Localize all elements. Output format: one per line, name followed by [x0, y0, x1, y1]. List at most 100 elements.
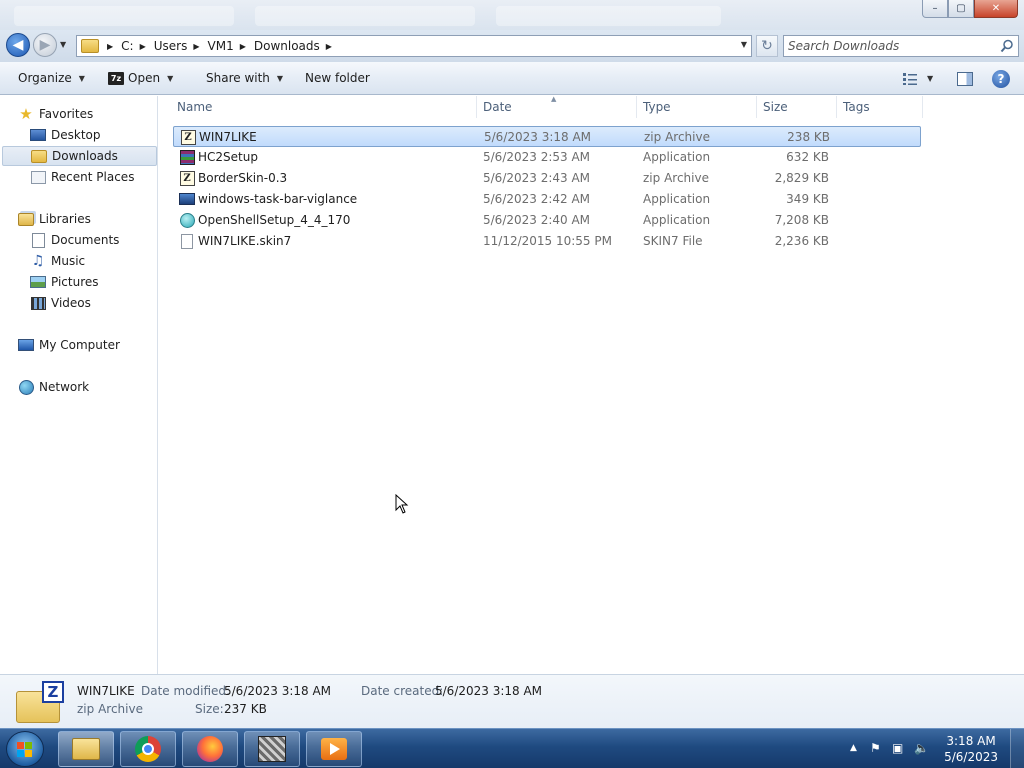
column-label: Tags	[843, 100, 870, 114]
film-strip-icon	[30, 296, 46, 310]
chevron-down-icon: ▼	[276, 73, 284, 83]
nav-network[interactable]: Network	[18, 377, 174, 397]
view-options-dropdown[interactable]: ▼	[927, 74, 933, 83]
details-file-name: WIN7LIKE	[77, 684, 135, 698]
chevron-down-icon: ▼	[78, 73, 85, 83]
clock[interactable]: 3:18 AM 5/6/2023	[944, 733, 998, 765]
background-window-ghost	[496, 6, 721, 26]
action-center-flag-icon[interactable]: ⚑	[870, 741, 881, 755]
breadcrumb-chevron-icon[interactable]: ▶	[240, 42, 246, 51]
network-status-icon[interactable]: ▣	[892, 741, 903, 755]
breadcrumb-c-drive[interactable]: C:	[119, 39, 135, 53]
details-pane: Z WIN7LIKE zip Archive Date modified: 5/…	[0, 674, 1024, 728]
file-row[interactable]: WIN7LIKE.skin7 11/12/2015 10:55 PM SKIN7…	[173, 231, 921, 252]
nav-label: Network	[39, 380, 90, 394]
file-row[interactable]: Z BorderSkin-0.3 5/6/2023 2:43 AM zip Ar…	[173, 168, 921, 189]
organize-label: Organize	[18, 71, 72, 85]
file-size: 632 KB	[786, 150, 829, 164]
chrome-icon	[135, 736, 161, 762]
taskbar-installer-button[interactable]	[244, 731, 300, 767]
column-header-name[interactable]: Name	[171, 96, 477, 118]
chevron-down-icon: ▼	[167, 73, 174, 83]
show-desktop-button[interactable]	[1010, 729, 1024, 768]
details-modified-value: 5/6/2023 3:18 AM	[224, 684, 332, 698]
nav-recent-places[interactable]: Recent Places	[30, 167, 156, 187]
refresh-button[interactable]: ↻	[756, 35, 778, 57]
share-with-label: Share with	[206, 71, 270, 85]
file-type: SKIN7 File	[643, 234, 703, 248]
taskbar-media-player-button[interactable]	[306, 731, 362, 767]
file-list: Name Date ▲ Type Size Tags Z WIN7LIKE 5/…	[159, 95, 1024, 674]
file-row[interactable]: OpenShellSetup_4_4_170 5/6/2023 2:40 AM …	[173, 210, 921, 231]
file-name: WIN7LIKE	[199, 130, 257, 144]
breadcrumb-chevron-icon[interactable]: ▶	[326, 42, 332, 51]
address-history-dropdown[interactable]: ▼	[741, 40, 747, 49]
start-button[interactable]	[6, 731, 44, 767]
file-type: Application	[643, 150, 711, 164]
help-icon[interactable]: ?	[992, 70, 1010, 88]
sort-arrow-icon: ▲	[551, 95, 557, 103]
file-name: WIN7LIKE.skin7	[198, 234, 292, 248]
show-hidden-icons-button[interactable]: ▲	[850, 743, 857, 753]
file-date: 5/6/2023 2:42 AM	[483, 192, 591, 206]
forward-button[interactable]: ▶	[33, 33, 57, 57]
desktop-icon	[30, 128, 46, 142]
nav-my-computer[interactable]: My Computer	[18, 335, 174, 355]
application-icon	[179, 191, 195, 207]
breadcrumb-chevron-icon[interactable]: ▶	[107, 42, 113, 51]
nav-libraries[interactable]: Libraries	[18, 209, 174, 229]
new-folder-button[interactable]: New folder	[305, 71, 370, 85]
file-row[interactable]: HC2Setup 5/6/2023 2:53 AM Application 63…	[173, 147, 921, 168]
search-input[interactable]	[784, 36, 984, 56]
preview-pane-icon[interactable]	[957, 72, 973, 86]
breadcrumb-chevron-icon[interactable]: ▶	[140, 42, 146, 51]
firefox-icon	[197, 736, 223, 762]
column-label: Size	[763, 100, 788, 114]
breadcrumb-downloads[interactable]: Downloads	[252, 39, 322, 53]
minimize-button[interactable]: –	[922, 0, 948, 18]
star-icon: ★	[19, 105, 33, 123]
file-type: Application	[643, 192, 711, 206]
breadcrumb-users[interactable]: Users	[152, 39, 190, 53]
refresh-icon: ↻	[761, 38, 773, 54]
nav-favorites[interactable]: ★ Favorites	[18, 104, 174, 124]
nav-music[interactable]: ♫ Music	[30, 251, 156, 271]
nav-pictures[interactable]: Pictures	[30, 272, 156, 292]
nav-downloads[interactable]: Downloads	[2, 146, 157, 166]
change-view-icon[interactable]	[902, 72, 918, 86]
back-button[interactable]: ◀	[6, 33, 30, 57]
breadcrumb-vm1[interactable]: VM1	[206, 39, 236, 53]
file-row[interactable]: windows-task-bar-viglance 5/6/2023 2:42 …	[173, 189, 921, 210]
taskbar-explorer-button[interactable]	[58, 731, 114, 767]
column-header-date[interactable]: Date	[477, 96, 637, 118]
taskbar-firefox-button[interactable]	[182, 731, 238, 767]
column-header-tags[interactable]: Tags	[837, 96, 923, 118]
share-with-button[interactable]: Share with ▼	[206, 71, 283, 85]
recent-pages-dropdown[interactable]: ▼	[60, 40, 66, 49]
search-icon[interactable]	[1000, 39, 1014, 53]
column-label: Name	[177, 100, 213, 114]
nav-label: Pictures	[51, 275, 99, 289]
column-header-type[interactable]: Type	[637, 96, 757, 118]
maximize-button[interactable]: ▢	[948, 0, 974, 18]
file-type: zip Archive	[644, 130, 710, 144]
taskbar-chrome-button[interactable]	[120, 731, 176, 767]
file-type: Application	[643, 213, 711, 227]
background-window-ghost	[14, 6, 234, 26]
address-bar[interactable]: ▶ C: ▶ Users ▶ VM1 ▶ Downloads ▶ ▼	[76, 35, 752, 57]
details-modified-label: Date modified:	[141, 684, 231, 698]
nav-documents[interactable]: Documents	[30, 230, 156, 250]
nav-desktop[interactable]: Desktop	[30, 125, 156, 145]
window-controls: – ▢ ✕	[922, 0, 1018, 18]
search-box[interactable]	[783, 35, 1019, 57]
details-size-value: 237 KB	[224, 702, 267, 716]
organize-button[interactable]: Organize ▼	[18, 71, 85, 85]
open-button[interactable]: 7z Open ▼	[108, 71, 173, 85]
volume-icon[interactable]: 🔈	[914, 741, 929, 755]
installer-icon	[179, 149, 195, 165]
column-header-size[interactable]: Size	[757, 96, 837, 118]
file-row[interactable]: Z WIN7LIKE 5/6/2023 3:18 AM zip Archive …	[173, 126, 921, 147]
breadcrumb-chevron-icon[interactable]: ▶	[193, 42, 199, 51]
close-button[interactable]: ✕	[974, 0, 1018, 18]
nav-videos[interactable]: Videos	[30, 293, 156, 313]
